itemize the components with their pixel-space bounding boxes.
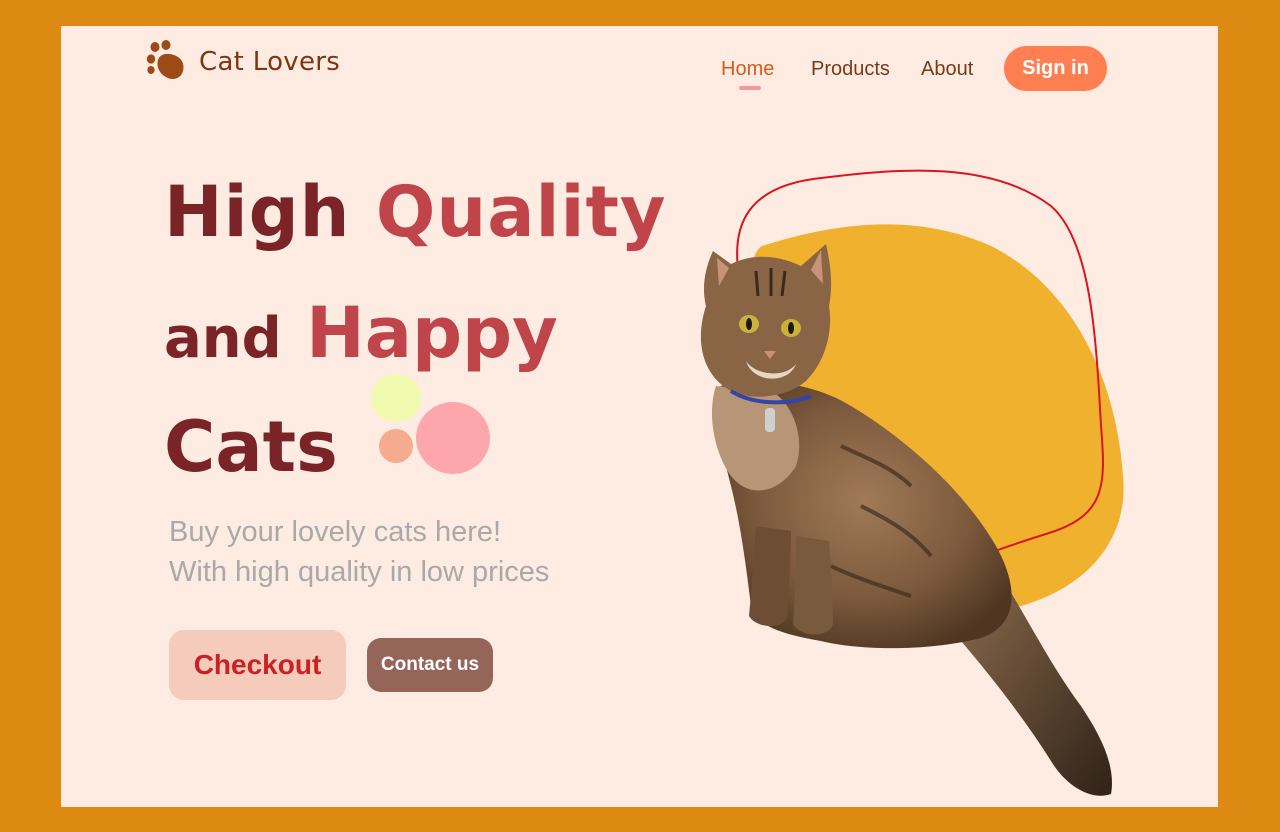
subtitle-line-2: With high quality in low prices	[169, 556, 550, 588]
subtitle-line-1: Buy your lovely cats here!	[169, 516, 502, 548]
peach-blob	[379, 429, 413, 463]
nav-active-indicator	[739, 86, 761, 90]
headline-line-1: High Quality	[164, 177, 667, 247]
nav-about[interactable]: About	[921, 58, 973, 81]
headline-word-quality: Quality	[375, 171, 667, 253]
checkout-button[interactable]: Checkout	[169, 630, 346, 700]
headline-word-happy: Happy	[306, 292, 558, 374]
contact-us-button[interactable]: Contact us	[367, 638, 493, 692]
brand-logo[interactable]: Cat Lovers	[145, 40, 340, 84]
headline-word-high: High	[164, 171, 351, 253]
landing-page: Cat Lovers Home Products About Sign in H…	[61, 26, 1218, 807]
nav-home[interactable]: Home	[721, 58, 774, 81]
headline-word-and: and	[164, 306, 282, 371]
brand-name: Cat Lovers	[199, 47, 341, 77]
headline-line-2: and Happy	[164, 298, 558, 368]
signin-button[interactable]: Sign in	[1004, 46, 1107, 91]
paw-icon	[146, 40, 184, 79]
hero-illustration	[700, 169, 1124, 796]
headline-word-cats: Cats	[164, 406, 338, 488]
pink-blob	[416, 402, 490, 474]
nav-products[interactable]: Products	[811, 58, 890, 81]
headline-line-3: Cats	[164, 412, 338, 482]
decorative-blobs	[371, 374, 490, 474]
hero-subtitle: Buy your lovely cats here! With high qua…	[169, 512, 549, 592]
lime-blob	[371, 374, 421, 422]
